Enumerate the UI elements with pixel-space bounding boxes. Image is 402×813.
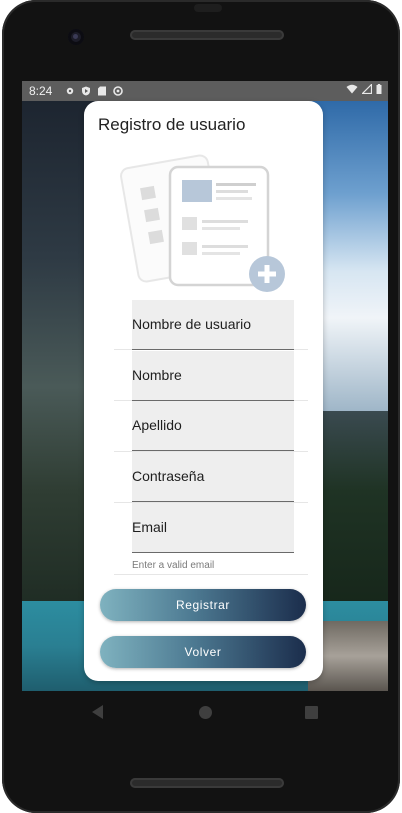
front-camera <box>68 29 84 45</box>
password-input[interactable]: Contraseña <box>132 452 294 502</box>
sync-icon <box>113 86 123 96</box>
status-time: 8:24 <box>29 84 53 98</box>
first-name-input[interactable]: Nombre <box>132 351 294 401</box>
phone-notch <box>194 4 222 12</box>
form-illustration <box>120 154 285 292</box>
email-input[interactable]: Email <box>132 503 294 553</box>
wifi-icon <box>346 84 358 94</box>
register-button[interactable]: Registrar <box>100 589 306 621</box>
back-nav-icon[interactable] <box>92 705 103 719</box>
username-label: Nombre de usuario <box>132 316 252 332</box>
shield-icon <box>82 86 90 96</box>
back-button[interactable]: Volver <box>100 636 306 668</box>
recent-apps-icon[interactable] <box>305 706 318 719</box>
status-bar: 8:24 <box>22 81 388 101</box>
app-screen: 8:24 Registro de usuario Nombre de usuar… <box>22 81 388 691</box>
field-divider <box>114 574 308 575</box>
signal-icon <box>362 84 372 94</box>
last-name-input[interactable]: Apellido <box>132 401 294 451</box>
page-title: Registro de usuario <box>98 115 246 134</box>
password-label: Contraseña <box>132 468 205 484</box>
home-nav-icon[interactable] <box>199 706 212 719</box>
first-name-label: Nombre <box>132 367 182 383</box>
navigation-bar <box>22 691 388 735</box>
sd-card-icon <box>98 86 106 96</box>
settings-icon <box>66 87 74 95</box>
bottom-speaker <box>130 778 284 788</box>
last-name-label: Apellido <box>132 417 182 433</box>
registration-card: Registro de usuario Nombre de usuario No… <box>84 101 323 681</box>
email-label: Email <box>132 519 168 535</box>
email-helper-text: Enter a valid email <box>132 560 215 571</box>
battery-icon <box>376 84 382 94</box>
username-input[interactable]: Nombre de usuario <box>132 300 294 350</box>
earpiece-speaker <box>130 30 284 40</box>
